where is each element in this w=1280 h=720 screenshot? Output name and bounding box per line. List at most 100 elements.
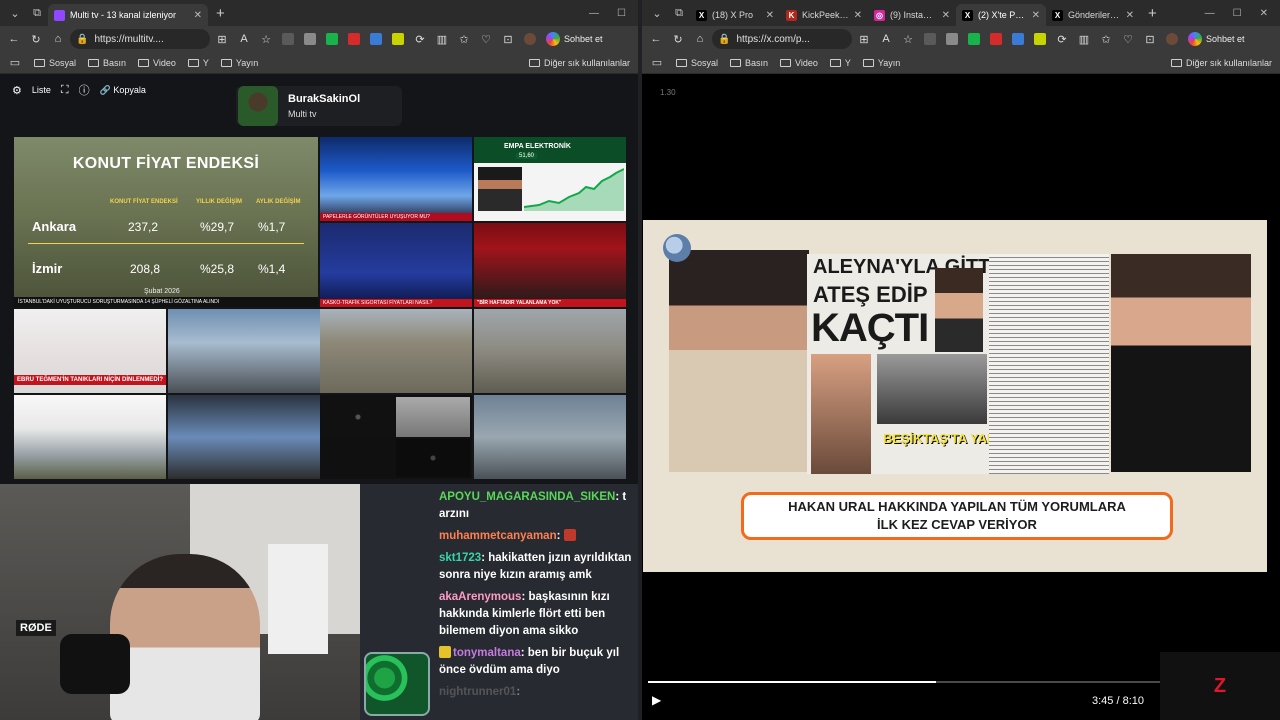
tab-kickpeek[interactable]: K KickPeek - Kic ✕ — [780, 4, 868, 26]
chat-username[interactable]: skt1723 — [439, 552, 481, 564]
close-tab-icon[interactable]: ✕ — [1032, 10, 1040, 21]
close-tab-icon[interactable]: ✕ — [194, 10, 202, 21]
workspaces-icon[interactable]: ⧉ — [26, 3, 48, 23]
bookmark-folder[interactable]: Sosyal — [676, 58, 718, 68]
tab-multitv[interactable]: Multi tv - 13 kanal izleniyor ✕ — [48, 4, 208, 26]
copilot-button[interactable]: Sohbet et — [1184, 32, 1249, 46]
tab-x-posts[interactable]: X Gönderiler / X ✕ — [1046, 4, 1140, 26]
fullscreen-icon[interactable]: ⛶ — [61, 84, 69, 97]
favorites-icon[interactable]: ✩ — [1096, 29, 1116, 49]
extensions-puzzle-icon[interactable]: ⟳ — [410, 29, 430, 49]
tv-tile-konut[interactable]: KONUT FİYAT ENDEKSİ KONUT FİYAT ENDEKSİ … — [14, 137, 318, 307]
chat-username[interactable]: nightrunner01 — [439, 686, 516, 698]
extension-icon[interactable] — [924, 33, 936, 45]
reader-icon[interactable]: ⊞ — [854, 29, 874, 49]
screenshot-icon[interactable]: ⊡ — [498, 29, 518, 49]
chat-username[interactable]: muhammetcanyaman — [439, 530, 557, 542]
bookmark-folder[interactable]: Basın — [88, 58, 126, 68]
minimize-icon[interactable]: — — [589, 8, 599, 19]
favorite-star-icon[interactable]: ☆ — [898, 29, 918, 49]
extensions-puzzle-icon[interactable]: ⟳ — [1052, 29, 1072, 49]
extension-icon[interactable] — [370, 33, 382, 45]
new-tab-button[interactable]: + — [208, 5, 233, 22]
list-button[interactable]: Liste — [32, 85, 51, 95]
collections-icon[interactable]: ♡ — [476, 29, 496, 49]
tab-instagram[interactable]: ◎ (9) Instagram ✕ — [868, 4, 956, 26]
favorite-star-icon[interactable]: ☆ — [256, 29, 276, 49]
close-tab-icon[interactable]: ✕ — [854, 10, 862, 21]
tv-tile-trafik[interactable]: KASKO-TRAFİK SIGORTASI FİYATLARI NASIL? — [320, 223, 472, 307]
tab-x-popular[interactable]: X (2) X'te Populi ✕ — [956, 4, 1046, 26]
tab-list-icon[interactable]: ▭ — [650, 53, 664, 73]
copilot-button[interactable]: Sohbet et — [542, 32, 607, 46]
chat-username[interactable]: APOYU_MAGARASINDA_SIKEN — [439, 491, 615, 503]
other-bookmarks[interactable]: Diğer sık kullanılanlar — [1170, 58, 1272, 68]
bookmark-folder[interactable]: Yayın — [862, 58, 900, 68]
tv-tile-news[interactable]: PAPELERLE GÖRÜNTÜLER UYUŞUYOR MU? — [320, 137, 472, 221]
maximize-icon[interactable]: ☐ — [617, 8, 626, 19]
reader-icon[interactable]: ⊞ — [212, 29, 232, 49]
profile-card[interactable]: BurakSakinOl Multi tv — [236, 86, 402, 126]
bookmark-folder[interactable]: Video — [138, 58, 176, 68]
tv-tile-cams[interactable] — [168, 309, 320, 393]
settings-gear-icon[interactable]: ⚙ — [12, 84, 22, 97]
split-screen-icon[interactable]: ▥ — [1074, 29, 1094, 49]
tab-list-icon[interactable]: ▭ — [8, 53, 22, 73]
extension-icon[interactable] — [1034, 33, 1046, 45]
close-tab-icon[interactable]: ✕ — [1126, 10, 1134, 21]
address-bar[interactable]: 🔒 https://multitv.... — [70, 29, 210, 49]
tv-tile-nightcam[interactable] — [320, 395, 472, 479]
tab-actions-icon[interactable]: ⌄ — [4, 3, 26, 23]
split-screen-icon[interactable]: ▥ — [432, 29, 452, 49]
tv-tile-panorama[interactable] — [14, 395, 166, 479]
tv-tile-empa[interactable]: EMPA ELEKTRONİK 51,60 — [474, 137, 626, 221]
bookmark-folder[interactable]: Yayın — [220, 58, 258, 68]
video-player[interactable]: 1.30 ALEYNA'YLA GİTTİ ATEŞ EDİP KAÇTI BE… — [642, 74, 1280, 720]
collections-icon[interactable]: ♡ — [1118, 29, 1138, 49]
favorites-icon[interactable]: ✩ — [454, 29, 474, 49]
tv-tile-city[interactable] — [474, 309, 626, 393]
tv-tile-jerusalem[interactable] — [320, 309, 472, 393]
maximize-icon[interactable]: ☐ — [1233, 8, 1242, 19]
home-icon[interactable]: ⌂ — [48, 29, 68, 49]
bookmark-folder[interactable]: Basın — [730, 58, 768, 68]
tab-x-pro[interactable]: X (18) X Pro ✕ — [690, 4, 780, 26]
extension-icon[interactable] — [968, 33, 980, 45]
workspaces-icon[interactable]: ⧉ — [668, 3, 690, 23]
tv-tile-debate[interactable]: "BİR HAFTADIR YALANLAMA YOK" — [474, 223, 626, 307]
profile-avatar[interactable] — [524, 33, 536, 45]
tv-tile-ebru[interactable]: EBRU TEĞMEN'İN TANIKLARI NİÇİN DİNLENMED… — [14, 309, 166, 393]
close-window-icon[interactable]: ✕ — [1260, 8, 1268, 19]
refresh-icon[interactable]: ↻ — [668, 29, 688, 49]
new-tab-button[interactable]: + — [1140, 5, 1165, 22]
tv-tile-sky[interactable] — [474, 395, 626, 479]
screenshot-icon[interactable]: ⊡ — [1140, 29, 1160, 49]
copy-link-button[interactable]: 🔗 Kopyala — [100, 85, 146, 96]
bookmark-folder[interactable]: Y — [829, 58, 851, 68]
home-icon[interactable]: ⌂ — [690, 29, 710, 49]
extension-icon[interactable] — [282, 33, 294, 45]
play-icon[interactable]: ▶ — [652, 693, 661, 707]
extension-icon[interactable] — [946, 33, 958, 45]
other-bookmarks[interactable]: Diğer sık kullanılanlar — [528, 58, 630, 68]
minimize-icon[interactable]: — — [1205, 8, 1215, 19]
profile-avatar[interactable] — [1166, 33, 1178, 45]
read-aloud-icon[interactable]: A — [234, 29, 254, 49]
close-tab-icon[interactable]: ✕ — [766, 10, 774, 21]
back-icon[interactable]: ← — [646, 29, 666, 49]
extension-icon[interactable] — [348, 33, 360, 45]
tv-tile-multicam[interactable] — [168, 395, 320, 479]
extension-icon[interactable] — [1012, 33, 1024, 45]
tab-actions-icon[interactable]: ⌄ — [646, 3, 668, 23]
back-icon[interactable]: ← — [4, 29, 24, 49]
extension-icon[interactable] — [304, 33, 316, 45]
bookmark-folder[interactable]: Sosyal — [34, 58, 76, 68]
extension-icon[interactable] — [990, 33, 1002, 45]
chat-username[interactable]: tonymaltana — [453, 647, 521, 659]
extension-icon[interactable] — [326, 33, 338, 45]
refresh-icon[interactable]: ↻ — [26, 29, 46, 49]
read-aloud-icon[interactable]: A — [876, 29, 896, 49]
bookmark-folder[interactable]: Video — [780, 58, 818, 68]
address-bar[interactable]: 🔒 https://x.com/p... — [712, 29, 852, 49]
chat-username[interactable]: akaArenymous — [439, 591, 521, 603]
